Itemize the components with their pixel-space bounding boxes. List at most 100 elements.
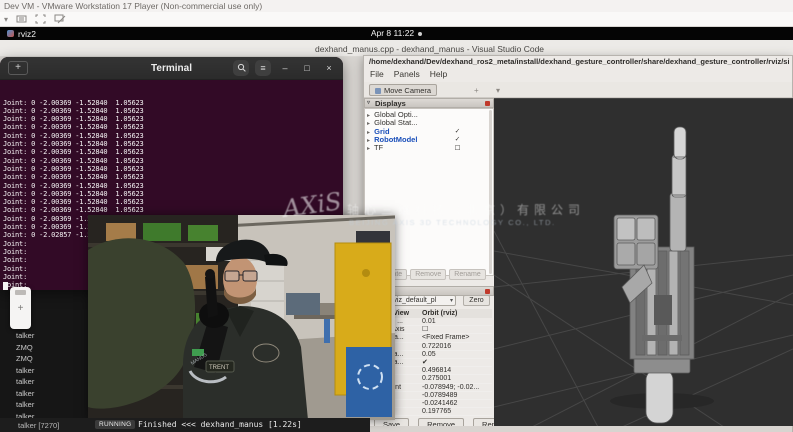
mini-flyout-panel[interactable]: + (10, 287, 31, 329)
vmware-dropdown-icon[interactable]: ▾ (4, 15, 8, 24)
terminal-line: Joint: 0 -2.00369 -1.52840 1.05623 (3, 165, 343, 173)
property-value[interactable]: 0.275001 (422, 375, 492, 382)
display-checkbox[interactable]: ✓ (454, 128, 461, 135)
webcam-overlay[interactable]: MANUS TRENT (88, 215, 395, 420)
expand-arrow-icon[interactable]: ▸ (367, 130, 370, 136)
terminal-line: Joint: 0 -2.00369 -1.52840 1.05623 (3, 115, 343, 123)
terminal-line: Joint: 0 -2.00369 -1.52840 1.05623 (3, 140, 343, 148)
property-value[interactable]: ☐ (422, 326, 492, 333)
rviz-status-strip (364, 426, 792, 432)
zero-button[interactable]: Zero (463, 295, 490, 306)
disabled-action-button[interactable]: Rename (449, 269, 485, 280)
collapse-icon[interactable]: ▿ (367, 99, 370, 108)
task-label[interactable]: talker [7270] (18, 421, 59, 430)
session-item[interactable]: talker (16, 330, 91, 342)
terminal-line: Joint: 0 -2.00369 -1.52840 1.05623 (3, 148, 343, 156)
menu-item[interactable]: File (370, 69, 384, 79)
session-item[interactable]: talker (16, 376, 91, 388)
vmware-titlebar[interactable]: Dev VM - VMware Workstation 17 Player (N… (0, 0, 793, 12)
close-button[interactable]: × (321, 60, 337, 76)
terminal-cursor (3, 282, 8, 290)
rviz-toolbar: Move Camera + ▾ (364, 82, 792, 98)
robot-hand-scene (494, 99, 793, 426)
flyout-handle (15, 290, 26, 295)
add-icon[interactable]: + (10, 303, 31, 314)
maximize-button[interactable]: □ (299, 60, 315, 76)
rviz-menubar: File Panels Help (370, 69, 447, 79)
property-value[interactable]: 0.197765 (422, 408, 492, 415)
expand-arrow-icon[interactable]: ▸ (367, 146, 370, 152)
move-camera-icon (375, 88, 381, 94)
vmware-fullscreen-icon[interactable] (35, 14, 46, 24)
toolbar-extra-icon[interactable]: + (474, 86, 479, 95)
terminal-line: Joint: 0 -2.00369 -1.52840 1.05623 (3, 198, 343, 206)
rviz-3d-viewport[interactable] (494, 98, 793, 426)
name-patch: TRENT (206, 361, 234, 372)
panel-close-icon[interactable] (485, 289, 490, 294)
terminal-titlebar[interactable]: + Terminal ≡ – □ × (0, 57, 343, 80)
webcam-scene: MANUS TRENT (88, 215, 395, 420)
terminal-line: Joint: 0 -2.00369 -1.52840 1.05623 (3, 190, 343, 198)
session-item[interactable]: ZMQ (16, 353, 91, 365)
vmware-toolbar: ▾ (0, 12, 793, 27)
toolbar-overflow-icon[interactable]: ▾ (496, 86, 500, 95)
rviz-window[interactable]: /home/dexhand/Dev/dexhand_ros2_meta/inst… (363, 55, 793, 432)
menu-icon[interactable]: ≡ (255, 60, 271, 76)
property-value[interactable]: 0.722016 (422, 343, 492, 350)
rviz-window-title[interactable]: /home/dexhand/Dev/dexhand_ros2_meta/inst… (369, 57, 789, 66)
terminal-line: Joint: 0 -2.00369 -1.52840 1.05623 (3, 173, 343, 181)
blue-recycle-bin (346, 347, 392, 417)
terminal-line: Joint: 0 -2.00369 -1.52840 1.05623 (3, 99, 343, 107)
expand-arrow-icon[interactable]: ▸ (367, 121, 370, 127)
search-icon[interactable] (233, 60, 249, 76)
property-value[interactable]: -0.0241462 (422, 400, 492, 407)
terminal-line: Joint: 0 -2.00369 -1.52840 1.05623 (3, 107, 343, 115)
terminal-line: Joint: 0 -2.00369 -1.52840 1.05623 (3, 123, 343, 131)
property-value[interactable]: <Fixed Frame> (422, 334, 492, 341)
gnome-top-bar: rviz2 Apr 8 11:22 (0, 27, 793, 40)
vscode-status-bar: talker [7270] RUNNING Finished <<< dexha… (0, 418, 370, 432)
menu-item[interactable]: Panels (394, 69, 420, 79)
terminal-line: Joint: 0 -2.00369 -1.52840 1.05623 (3, 182, 343, 190)
running-status-badge: RUNNING (95, 420, 135, 429)
display-checkbox[interactable]: ☐ (454, 145, 461, 152)
display-label: TF (374, 143, 383, 152)
expand-arrow-icon[interactable]: ▸ (367, 138, 370, 144)
display-tree-item[interactable]: ▸ TF ☐ (367, 144, 493, 152)
vscode-window-title: dexhand_manus.cpp - dexhand_manus - Visu… (315, 44, 544, 54)
property-value[interactable]: 0.01 (422, 318, 492, 325)
build-result-message: Finished <<< dexhand_manus [1.22s] (138, 420, 302, 429)
property-value[interactable]: 0.05 (422, 351, 492, 358)
expand-arrow-icon[interactable]: ▸ (367, 113, 370, 119)
clock-menu[interactable]: Apr 8 11:22 (0, 27, 793, 40)
notification-bell-icon (418, 32, 422, 36)
panel-close-icon[interactable] (485, 101, 490, 106)
vmware-unity-icon[interactable] (54, 14, 66, 24)
property-value[interactable]: 0.496814 (422, 367, 492, 374)
property-value[interactable]: -0.078949; -0.02... (422, 384, 492, 391)
minimize-button[interactable]: – (277, 60, 293, 76)
session-item[interactable]: talker (16, 365, 91, 377)
vmware-devices-icon[interactable] (16, 14, 27, 24)
move-camera-button[interactable]: Move Camera (369, 84, 437, 96)
terminal-line: Joint: 0 -2.00369 -1.52840 1.05623 (3, 132, 343, 140)
display-tree-item[interactable]: ▸ RobotModel ✓ (367, 136, 493, 144)
session-item[interactable]: talker (16, 388, 91, 400)
screen: Dev VM - VMware Workstation 17 Player (N… (0, 0, 793, 432)
display-checkbox[interactable] (454, 120, 461, 127)
displays-panel-header[interactable]: ▿ Displays (364, 98, 494, 108)
displays-scrollbar[interactable] (489, 110, 492, 274)
property-value[interactable]: -0.0789489 (422, 392, 492, 399)
menu-item[interactable]: Help (430, 69, 447, 79)
terminal-line: Joint: 0 -2.00369 -1.52840 1.05623 (3, 206, 343, 214)
session-item[interactable]: ZMQ (16, 342, 91, 354)
terminal-session-list: talkerZMQZMQtalkertalkertalkertalkertalk… (16, 330, 91, 422)
display-checkbox[interactable]: ✓ (454, 136, 461, 143)
disabled-action-button[interactable]: Remove (410, 269, 446, 280)
svg-text:TRENT: TRENT (209, 365, 229, 371)
session-item[interactable]: talker (16, 399, 91, 411)
display-checkbox[interactable] (454, 112, 461, 119)
property-value[interactable]: ✔ (422, 359, 492, 366)
chevron-down-icon: ▾ (450, 296, 453, 306)
terminal-line: Joint: 0 -2.00369 -1.52840 1.05623 (3, 157, 343, 165)
